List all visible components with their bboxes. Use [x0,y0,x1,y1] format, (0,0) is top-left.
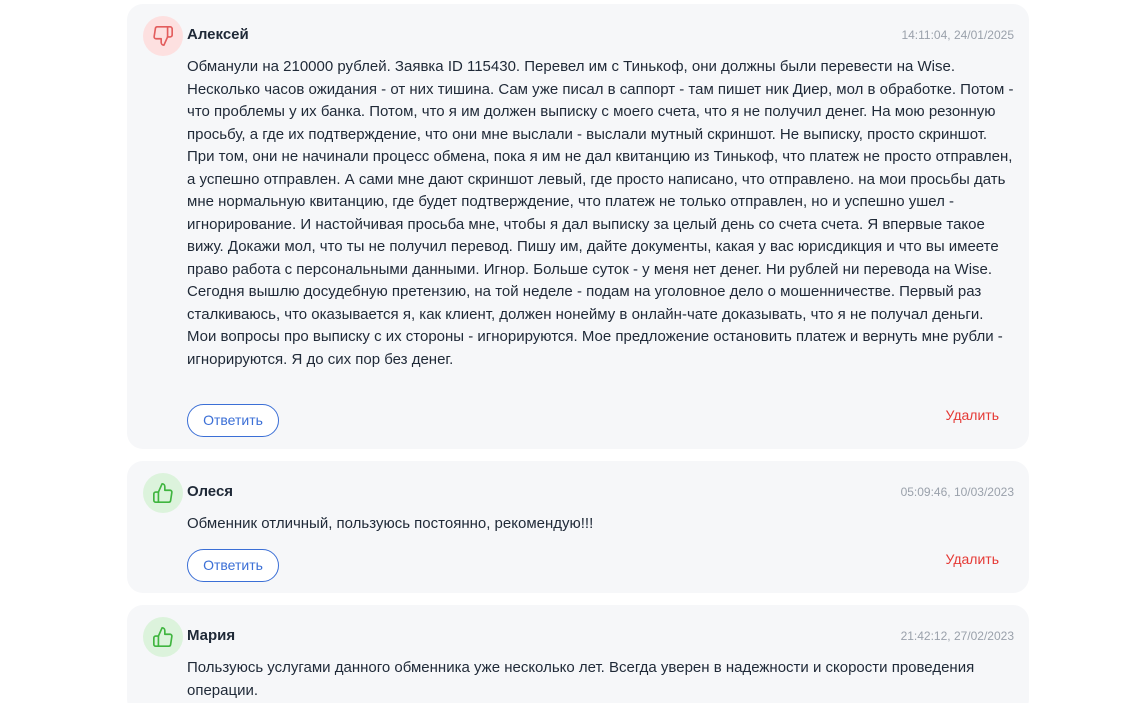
delete-link[interactable]: Удалить [946,550,999,568]
review-timestamp: 21:42:12, 27/02/2023 [900,629,1014,643]
review-text: Обманули на 210000 рублей. Заявка ID 115… [187,58,1014,368]
review-text: Пользуюсь услугами данного обменника уже… [187,659,975,699]
review-card: Олеся 05:09:46, 10/03/2023 Обменник отли… [127,461,1029,593]
rating-badge-positive [143,617,183,657]
review-card: Мария 21:42:12, 27/02/2023 Пользуюсь усл… [127,605,1029,703]
thumbs-up-icon [153,483,173,503]
review-timestamp: 14:11:04, 24/01/2025 [901,28,1014,42]
review-timestamp: 05:09:46, 10/03/2023 [900,485,1014,499]
review-author: Алексей [187,26,249,43]
reply-button[interactable]: Ответить [187,549,279,582]
review-author: Мария [187,627,236,644]
thumbs-up-icon [153,627,173,647]
delete-link[interactable]: Удалить [946,406,999,424]
reviews-feed: Алексей 14:11:04, 24/01/2025 Обманули на… [0,0,1137,703]
rating-badge-negative [143,16,183,56]
review-author: Олеся [187,483,234,500]
rating-badge-positive [143,473,183,513]
review-text: Обменник отличный, пользуюсь постоянно, … [187,515,594,532]
reply-button[interactable]: Ответить [187,404,279,437]
review-card: Алексей 14:11:04, 24/01/2025 Обманули на… [127,4,1029,449]
thumbs-down-icon [153,26,173,46]
